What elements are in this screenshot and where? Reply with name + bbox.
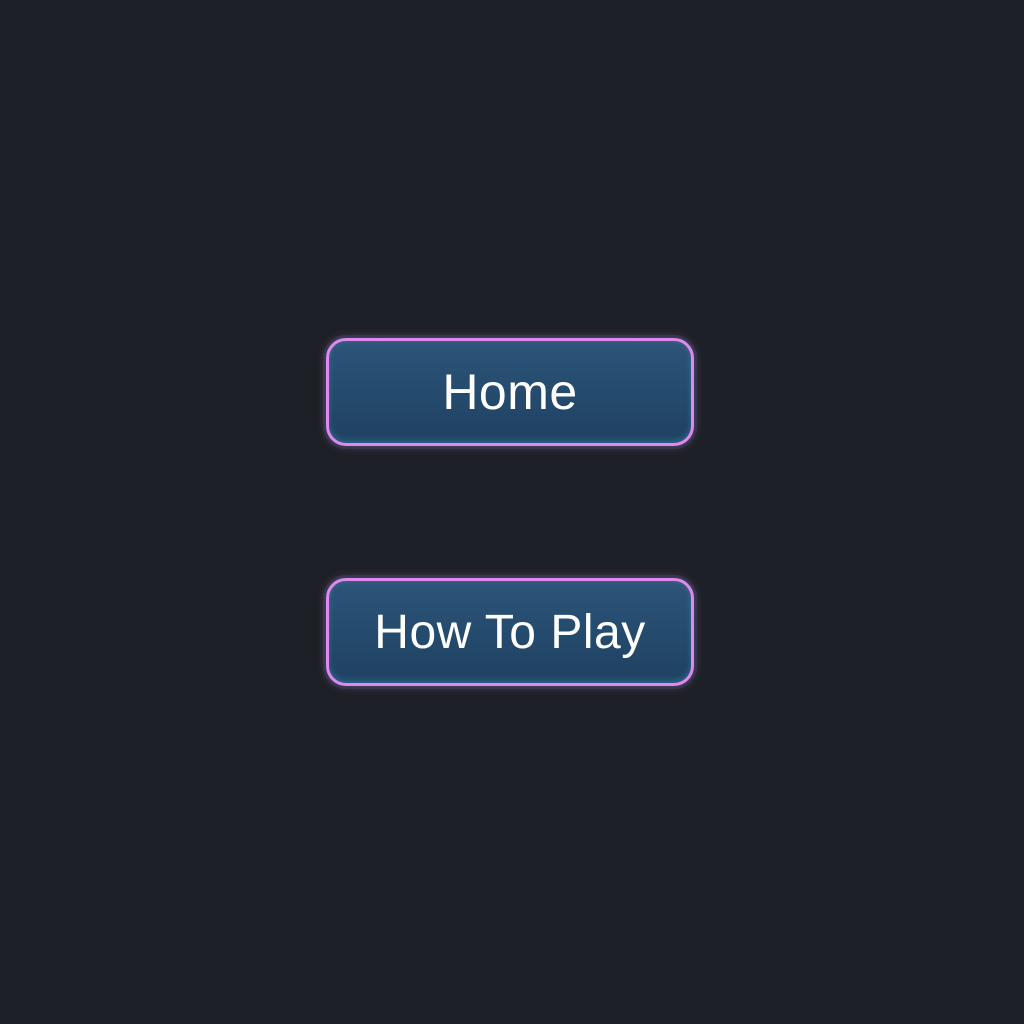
main-menu: Home How To Play [0, 0, 1024, 1024]
home-button-label: Home [442, 364, 578, 420]
home-button[interactable]: Home [326, 338, 694, 446]
how-to-play-button[interactable]: How To Play [326, 578, 694, 686]
how-to-play-button-label: How To Play [374, 605, 646, 659]
